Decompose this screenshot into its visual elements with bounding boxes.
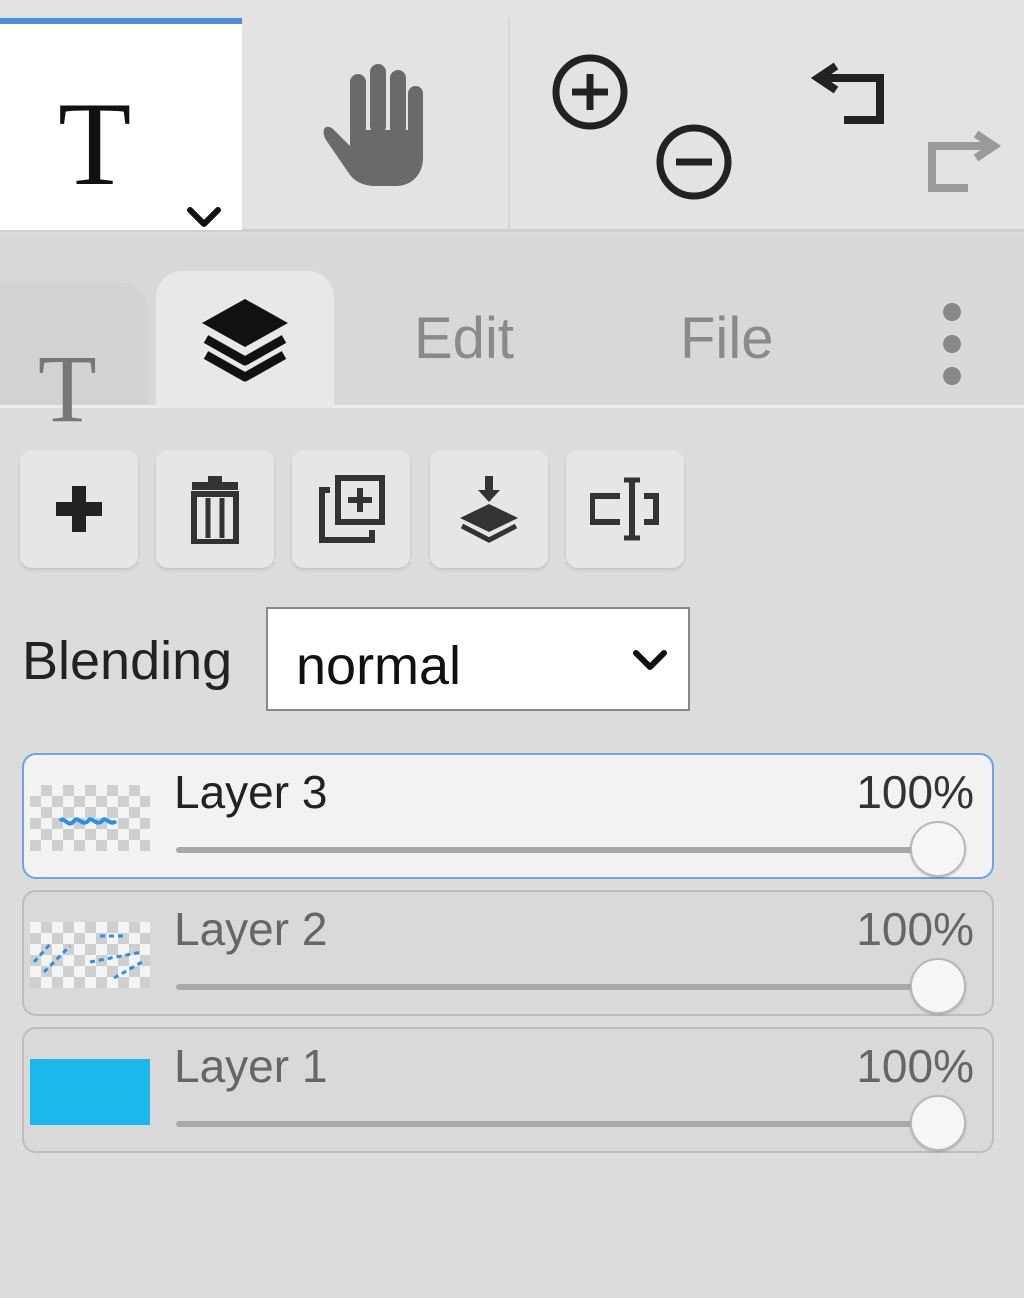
opacity-slider-track[interactable] [176,847,938,853]
zoom-out-icon[interactable] [652,120,736,204]
toolbar-separator [508,18,510,232]
layer-name: Layer 1 [174,1040,328,1092]
layer-thumbnail [30,785,150,851]
layer-opacity-value: 100% [856,1040,974,1092]
layer-thumbnail [30,1059,150,1125]
layer-row[interactable]: Layer 1 100% [22,1027,994,1153]
panel-tabs: T Edit File [0,235,1024,437]
more-vertical-icon[interactable] [936,303,968,403]
zoom-in-icon[interactable] [548,50,632,134]
opacity-slider-track[interactable] [176,984,938,990]
delete-layer-button[interactable] [156,450,274,568]
merge-down-icon [460,476,518,543]
layers-icon [202,299,288,382]
opacity-slider-track[interactable] [176,1121,938,1127]
layer-thumbnail [30,922,150,988]
redo-icon[interactable] [914,118,1004,202]
layer-name: Layer 2 [174,903,328,955]
layer-opacity-value: 100% [856,903,974,955]
blending-value: normal [296,636,462,696]
opacity-slider-thumb[interactable] [910,821,966,877]
chevron-down-icon [633,650,667,670]
blending-select[interactable]: normal [266,607,690,711]
tab-edit[interactable]: Edit [414,305,514,372]
tab-text-glyph: T [38,335,97,442]
hand-icon[interactable] [316,60,436,190]
layer-name: Layer 3 [174,766,328,818]
opacity-slider-thumb[interactable] [910,958,966,1014]
layer-row[interactable]: Layer 2 100% [22,890,994,1016]
tab-layers[interactable] [156,271,334,408]
text-cursor-icon [590,477,659,541]
rename-layer-button[interactable] [566,450,684,568]
text-tool-glyph: T [58,77,132,210]
plus-icon [56,486,102,532]
layer-opacity-value: 100% [856,766,974,818]
tab-text[interactable]: T [0,283,148,437]
top-toolbar: T [0,0,1024,232]
chevron-down-icon[interactable] [184,202,224,232]
merge-down-button[interactable] [430,450,548,568]
duplicate-layer-button[interactable] [292,450,410,568]
add-layer-button[interactable] [20,450,138,568]
undo-icon[interactable] [808,50,898,134]
duplicate-icon [319,475,385,543]
blending-label: Blending [22,631,233,691]
text-tool-button[interactable]: T [0,18,242,230]
layer-row[interactable]: Layer 3 100% [22,753,994,879]
trash-icon [191,476,239,544]
opacity-slider-thumb[interactable] [910,1095,966,1151]
tab-file[interactable]: File [680,305,773,372]
